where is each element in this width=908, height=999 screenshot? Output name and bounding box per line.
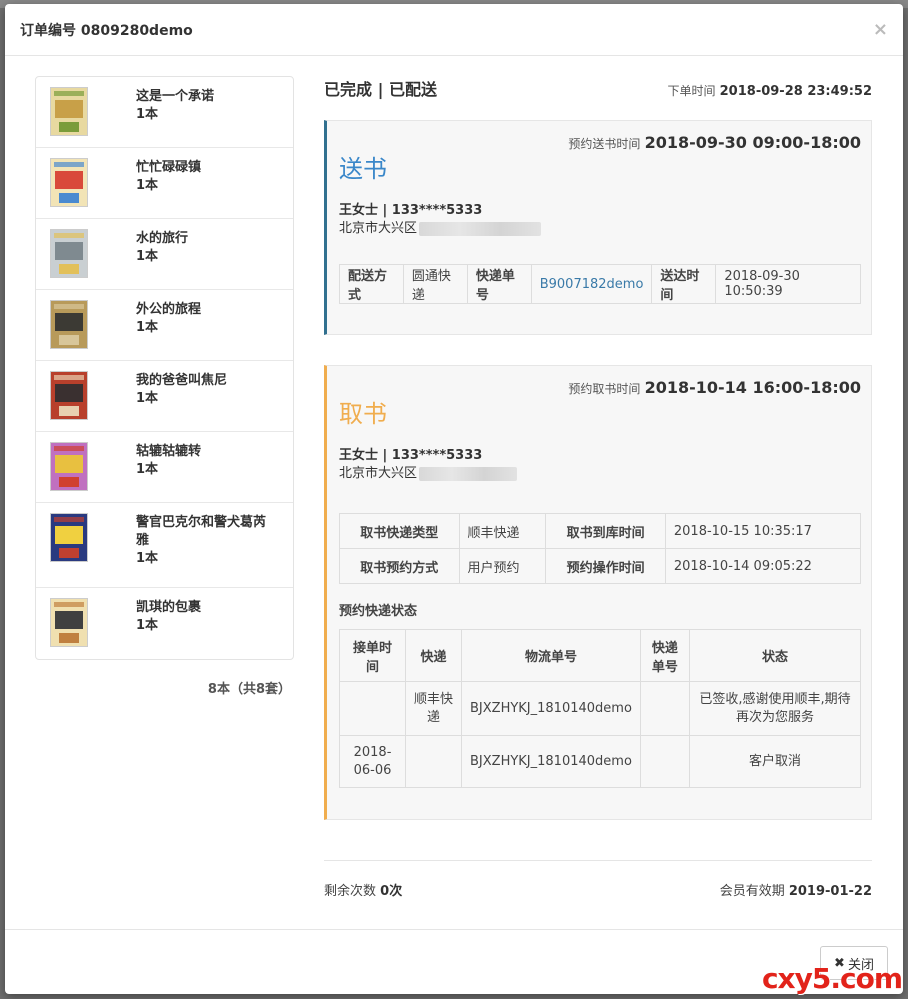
table-row: 顺丰快递 BJXZHYKJ_1810140demo 已签收,感谢使用顺丰,期待再… [339, 681, 862, 736]
order-detail: 已完成 | 已配送 下单时间 2018-09-28 23:49:52 送书 预约… [324, 76, 872, 820]
book-info: 轱辘轱辘转 1本 [136, 442, 201, 479]
book-title: 凯琪的包裹 [136, 600, 202, 615]
book-cover [50, 158, 88, 207]
deliver-table: 配送方式 圆通快递 快递单号 B9007182demo 送达时间 2018-09… [339, 264, 861, 304]
close-icon[interactable]: × [873, 20, 888, 39]
redacted-address [419, 467, 518, 481]
watermark: cxy5.com [761, 962, 903, 995]
table-row: 2018-06-06 BJXZHYKJ_1810140demo 客户取消 [339, 735, 862, 788]
order-status: 已完成 | 已配送 [324, 80, 437, 99]
deliver-appointment: 预约送书时间 2018-09-30 09:00-18:00 [568, 133, 861, 152]
divider [324, 860, 872, 861]
deliver-heading: 送书 [339, 155, 387, 183]
book-info: 外公的旅程 1本 [136, 300, 201, 337]
pickup-address: 北京市大兴区 [339, 465, 861, 483]
deliver-address: 北京市大兴区 [339, 220, 861, 238]
book-title: 警官巴克尔和警犬葛芮雅 [136, 515, 267, 548]
book-item: 水的旅行 1本 [36, 219, 293, 290]
book-quantity: 1本 [136, 551, 159, 566]
book-info: 我的爸爸叫焦尼 1本 [136, 371, 227, 408]
tracking-link[interactable]: B9007182demo [530, 264, 653, 304]
book-total: 8本（共8套） [207, 682, 291, 697]
book-cover [50, 371, 88, 420]
book-cover [50, 300, 88, 349]
book-info: 凯琪的包裹 1本 [136, 598, 201, 635]
pickup-appointment: 预约取书时间 2018-10-14 16:00-18:00 [568, 378, 861, 397]
book-item: 我的爸爸叫焦尼 1本 [36, 361, 293, 432]
book-quantity: 1本 [136, 178, 159, 193]
book-cover [50, 598, 88, 647]
book-quantity: 1本 [136, 249, 159, 264]
book-quantity: 1本 [136, 107, 159, 122]
book-info: 这是一个承诺 1本 [136, 87, 214, 124]
book-item: 轱辘轱辘转 1本 [36, 432, 293, 503]
book-quantity: 1本 [136, 462, 159, 477]
book-item: 忙忙碌碌镇 1本 [36, 148, 293, 219]
remaining-count: 剩余次数 0次 [324, 884, 403, 899]
deliver-contact: 王女士 | 133****5333 [339, 203, 483, 218]
book-title: 我的爸爸叫焦尼 [136, 373, 228, 388]
book-info: 忙忙碌碌镇 1本 [136, 158, 201, 195]
book-quantity: 1本 [136, 618, 159, 633]
book-cover [50, 229, 88, 278]
modal-title: 订单编号 0809280demo [20, 22, 193, 39]
pickup-table: 取书快递类型 顺丰快递 取书到库时间 2018-10-15 10:35:17 取… [339, 513, 862, 584]
book-title: 水的旅行 [136, 231, 189, 246]
membership-expiry: 会员有效期 2019-01-22 [719, 884, 872, 899]
book-list: 这是一个承诺 1本 忙忙碌碌镇 1本 水的旅行 1本 外公的旅程 1本 我的爸爸叫焦尼 1本 轱辘轱… [35, 76, 294, 660]
modal-header: 订单编号 0809280demo × [5, 4, 903, 56]
order-detail-modal: 订单编号 0809280demo × 这是一个承诺 1本 忙忙碌碌镇 1本 水的旅行 1本… [5, 4, 903, 994]
book-title: 忙忙碌碌镇 [136, 160, 202, 175]
book-item: 凯琪的包裹 1本 [36, 588, 293, 659]
membership-info: 剩余次数 0次 会员有效期 2019-01-22 [324, 880, 872, 899]
book-title: 轱辘轱辘转 [136, 444, 202, 459]
book-title: 外公的旅程 [136, 302, 202, 317]
book-cover [50, 87, 88, 136]
book-info: 警官巴克尔和警犬葛芮雅 1本 [136, 513, 276, 568]
express-status-title: 预约快递状态 [339, 604, 418, 619]
pickup-card: 取书 预约取书时间 2018-10-14 16:00-18:00 王女士 | 1… [324, 365, 872, 820]
book-cover [50, 513, 88, 562]
order-time: 下单时间 2018-09-28 23:49:52 [667, 84, 872, 99]
book-quantity: 1本 [136, 320, 159, 335]
book-item: 这是一个承诺 1本 [36, 77, 293, 148]
redacted-address [419, 222, 542, 236]
book-item: 外公的旅程 1本 [36, 290, 293, 361]
book-cover [50, 442, 88, 491]
book-title: 这是一个承诺 [136, 89, 215, 104]
pickup-heading: 取书 [339, 400, 387, 428]
deliver-card: 送书 预约送书时间 2018-09-30 09:00-18:00 王女士 | 1… [324, 120, 872, 335]
book-info: 水的旅行 1本 [136, 229, 188, 266]
pickup-contact: 王女士 | 133****5333 [339, 448, 483, 463]
express-status-table: 接单时间 快递 物流单号 快递单号 状态 顺丰快递 BJXZHYKJ_18101… [339, 629, 862, 788]
book-item: 警官巴克尔和警犬葛芮雅 1本 [36, 503, 293, 588]
book-quantity: 1本 [136, 391, 159, 406]
